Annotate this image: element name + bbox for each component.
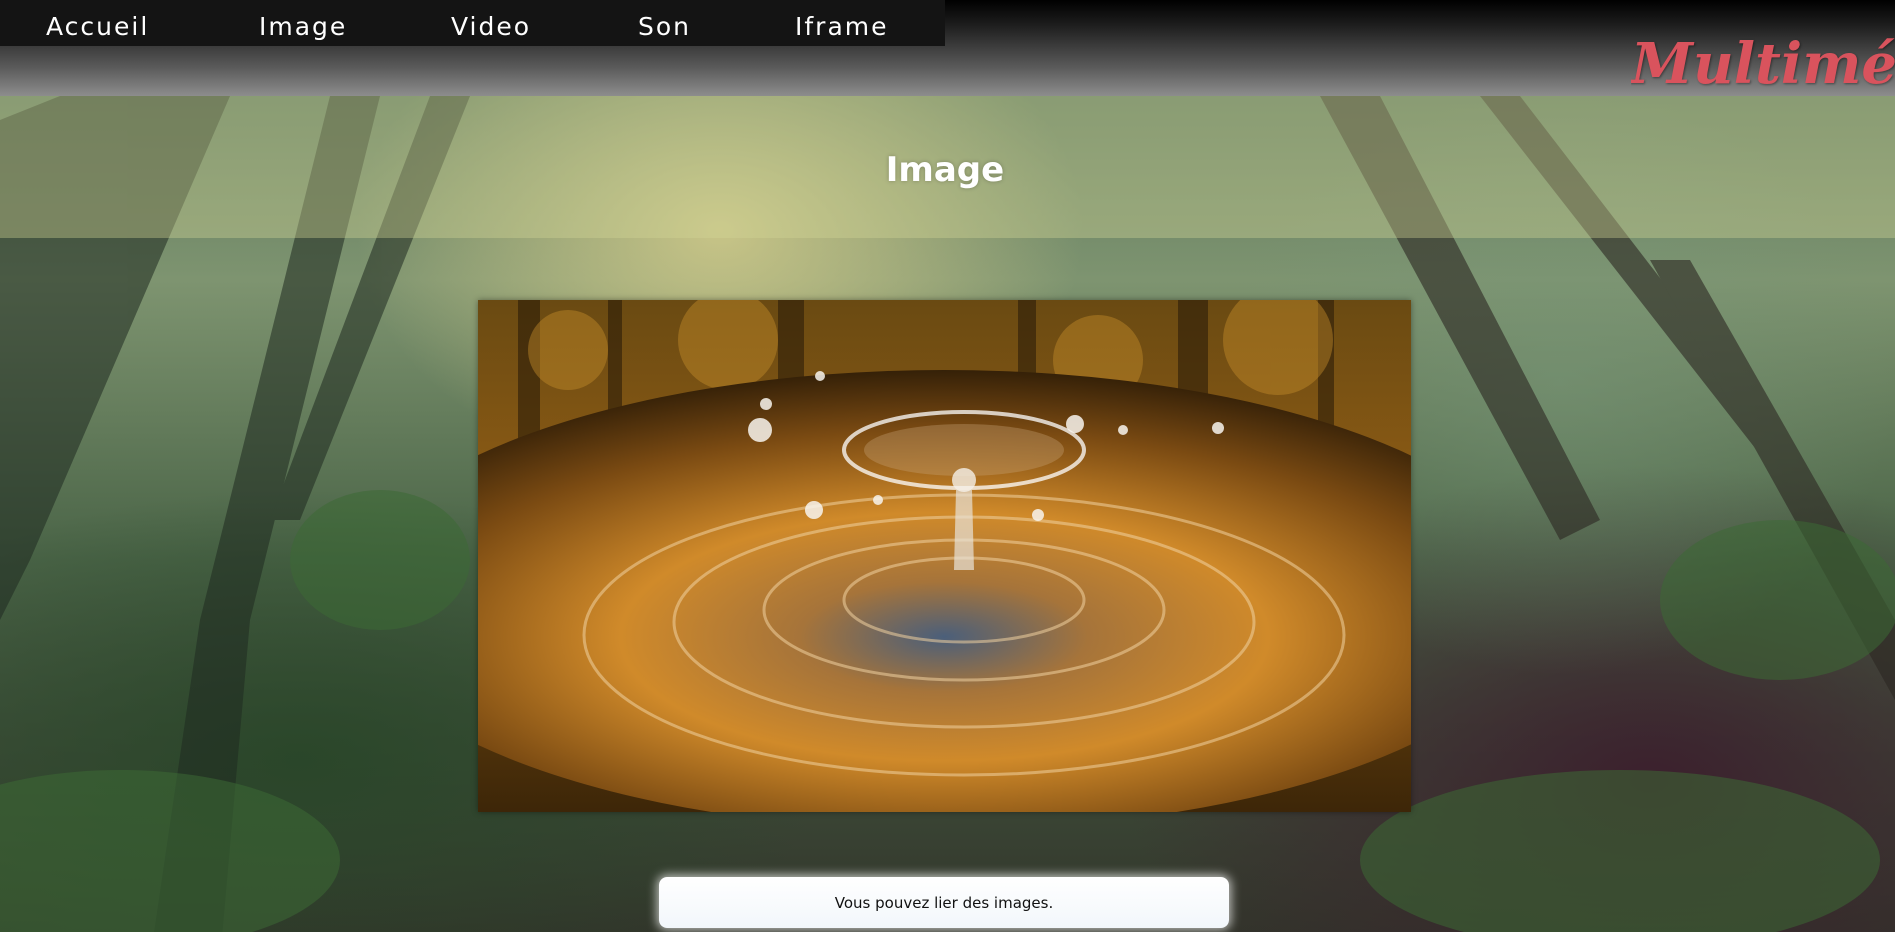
nav-item-iframe[interactable]: Iframe <box>795 12 889 41</box>
nav-item-son[interactable]: Son <box>638 12 691 41</box>
nav-item-video[interactable]: Video <box>451 12 531 41</box>
top-header: Accueil Image Video Son Iframe Multimédi… <box>0 0 1895 96</box>
page-title: Image <box>885 150 1005 190</box>
caption-box: Vous pouvez lier des images. <box>659 877 1229 928</box>
water-drop-image <box>478 300 1411 812</box>
main-nav: Accueil Image Video Son Iframe <box>0 0 945 46</box>
site-logo-title: Multimédia <box>1631 32 1895 96</box>
nav-item-accueil[interactable]: Accueil <box>46 12 149 41</box>
main-image <box>478 300 1411 812</box>
nav-item-image[interactable]: Image <box>259 12 347 41</box>
caption-text: Vous pouvez lier des images. <box>834 893 1054 912</box>
